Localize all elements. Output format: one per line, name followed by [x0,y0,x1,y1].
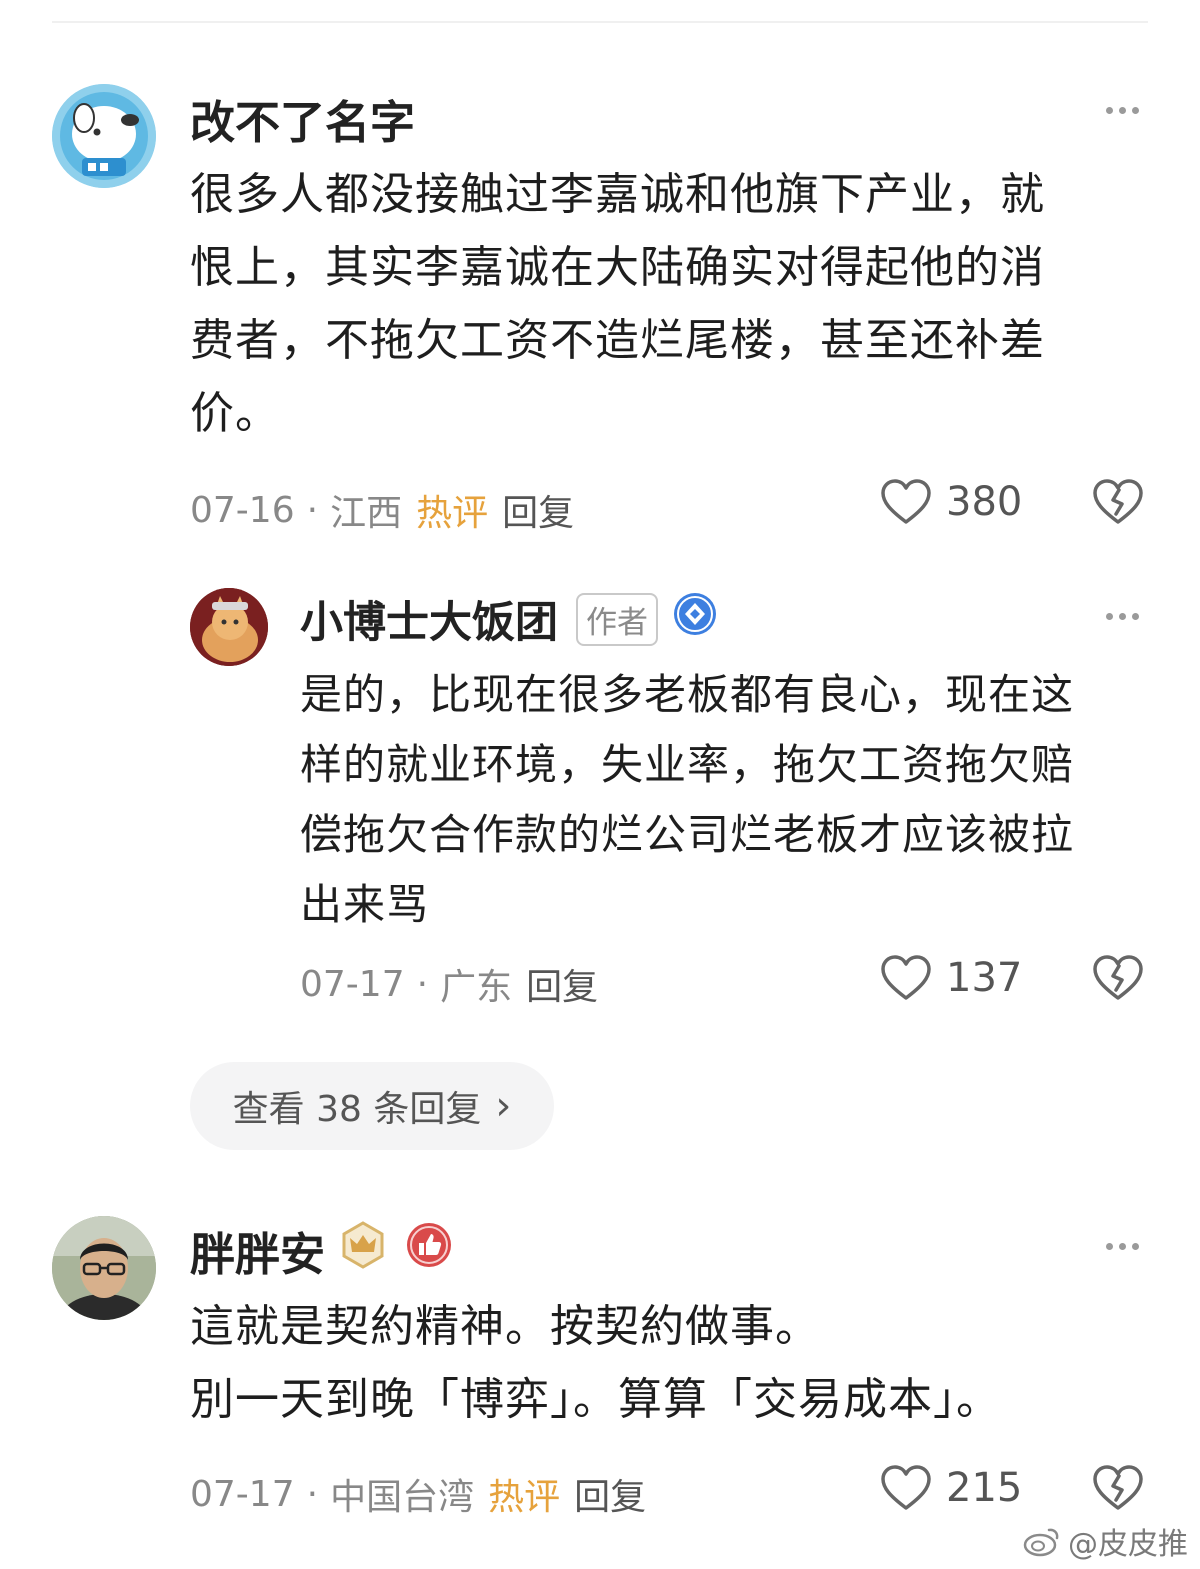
comment-line: 別一天到晚「博弈」。算算「交易成本」。 [190,1374,1001,1425]
comment-line: 费者，不拖欠工资不造烂尾楼，甚至还补差 [190,315,1045,366]
weibo-icon [1023,1528,1059,1557]
comment-date: 07-16 [190,489,295,531]
top-divider [52,21,1148,23]
like-button[interactable]: 215 [880,1464,1022,1512]
comment-line: 恨上，其实李嘉诚在大陆确实对得起他的消 [190,242,1045,293]
person-avatar-icon [52,1216,156,1320]
watermark-text: @皮皮推 [1068,1527,1188,1562]
comment-author-name[interactable]: 胖胖安 [190,1218,453,1283]
dislike-button[interactable] [1092,954,1144,1006]
reply-button[interactable]: 回复 [502,484,574,536]
meta-separator: · [416,963,429,1005]
more-options-icon[interactable] [1102,104,1142,116]
like-count: 137 [946,955,1023,1001]
hot-comment-badge: 热评 [416,493,489,534]
view-replies-button[interactable]: 查看 38 条回复 › [190,1062,554,1150]
comment-meta: 07-16 · 江西 热评 回复 [190,484,574,536]
author-name-text: 小博士大饭团 [300,598,558,648]
comment-location: 中国台湾 [330,1477,475,1518]
watermark: @皮皮推 [1022,1519,1188,1563]
like-button[interactable]: 380 [880,478,1022,526]
dislike-button[interactable] [1092,1464,1144,1516]
more-options-icon[interactable] [1102,1240,1142,1252]
hot-comment-badge: 热评 [488,1477,561,1518]
cat-avatar-icon [190,588,268,666]
like-button[interactable]: 137 [880,954,1022,1002]
comment-line: 是的，比现在很多老板都有良心，现在这 [300,670,1075,719]
author-badge: 作者 [576,592,658,646]
like-count: 380 [946,479,1023,525]
avatar[interactable] [52,1216,156,1320]
comment-text: 是的，比现在很多老板都有良心，现在这 样的就业环境，失业率，拖欠工资拖欠赔 偿拖… [300,660,1074,940]
verified-badge-icon [672,591,718,648]
meta-separator: · [306,1473,319,1515]
heart-icon [881,1465,931,1510]
heart-icon [881,955,931,1000]
comment-meta: 07-17 · 广东 回复 [300,958,598,1010]
comment-location: 江西 [330,493,403,534]
thumbs-up-badge-icon [405,1221,453,1280]
comment-location: 广东 [440,967,513,1008]
comment-text: 這就是契約精神。按契約做事。 別一天到晚「博弈」。算算「交易成本」。 [190,1290,1001,1436]
robot-dog-avatar-icon [52,84,156,188]
meta-separator: · [306,489,319,531]
comment-author-name[interactable]: 改不了名字 [190,86,415,151]
more-options-icon[interactable] [1102,610,1142,622]
avatar[interactable] [52,84,156,188]
reply-button[interactable]: 回复 [526,958,598,1010]
reply-button[interactable]: 回复 [574,1468,646,1520]
broken-heart-icon [1093,1465,1143,1510]
comment-text: 很多人都没接触过李嘉诚和他旗下产业，就 恨上，其实李嘉诚在大陆确实对得起他的消 … [190,158,1045,450]
broken-heart-icon [1093,955,1143,1000]
author-name-text: 胖胖安 [190,1228,326,1281]
broken-heart-icon [1093,479,1143,524]
view-replies-label: 查看 38 条回复 [232,1089,482,1130]
comment-line: 样的就业环境，失业率，拖欠工资拖欠赔 [300,740,1075,789]
comment-line: 偿拖欠合作款的烂公司烂老板才应该被拉 [300,810,1075,859]
crown-badge-icon [339,1221,387,1280]
dislike-button[interactable] [1092,478,1144,530]
avatar[interactable] [190,588,268,666]
comment-line: 价。 [190,388,280,439]
comment-line: 出来骂 [300,880,430,929]
comment-line: 這就是契約精神。按契約做事。 [190,1301,820,1352]
comment-date: 07-17 [190,1473,295,1515]
comment-date: 07-17 [300,963,405,1005]
comment-author-name[interactable]: 小博士大饭团 作者 [300,588,718,650]
comment-meta: 07-17 · 中国台湾 热评 回复 [190,1468,646,1520]
heart-icon [881,479,931,524]
chevron-right-icon: › [495,1083,512,1129]
like-count: 215 [946,1465,1023,1511]
comment-line: 很多人都没接触过李嘉诚和他旗下产业，就 [190,169,1045,220]
